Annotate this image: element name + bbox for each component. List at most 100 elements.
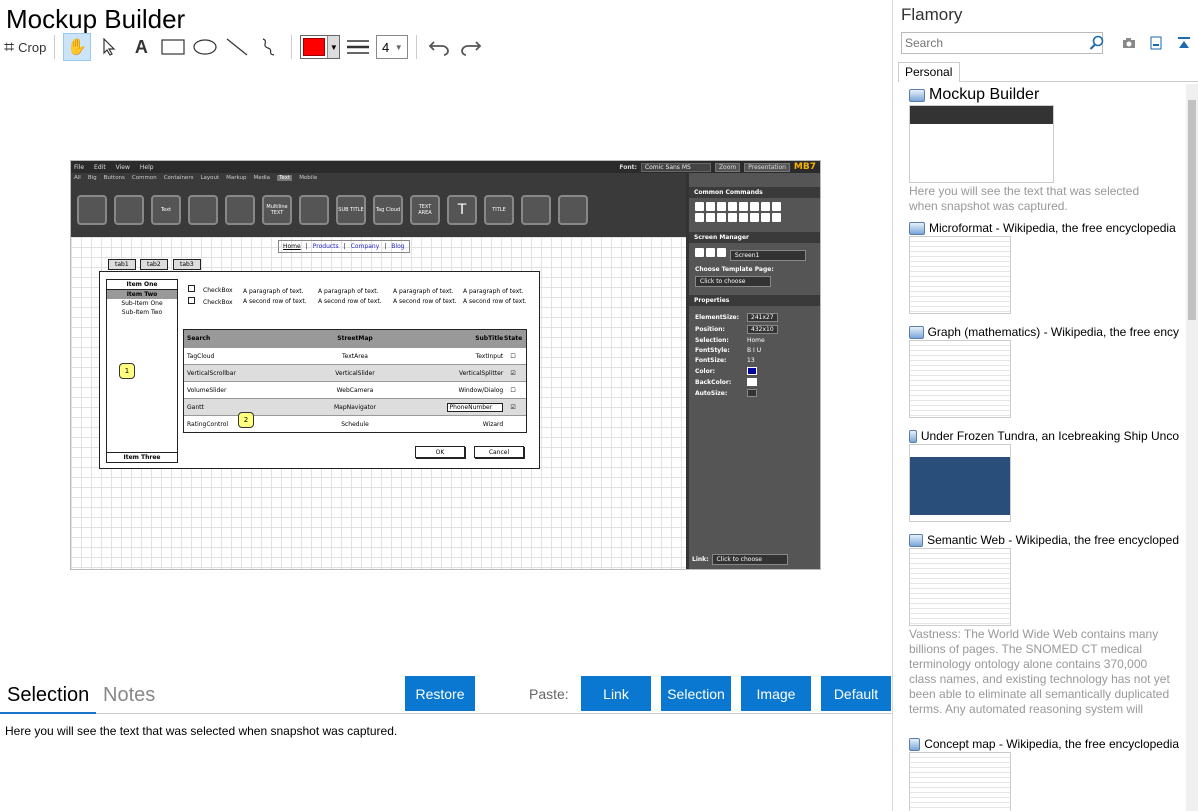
item-title-text: Concept map - Wikipedia, the free encycl… (924, 737, 1179, 751)
list-item: Item Three (107, 452, 177, 462)
palette-item: Tag Cloud (373, 195, 403, 225)
scrollbar[interactable] (1186, 84, 1198, 811)
list-item[interactable]: Microformat - Wikipedia, the free encycl… (909, 221, 1179, 314)
list-item[interactable]: Under Frozen Tundra, an Icebreaking Ship… (909, 429, 1179, 522)
scrollbar-thumb[interactable] (1188, 100, 1196, 320)
paste-selection-button[interactable]: Selection (661, 676, 731, 711)
selection-text[interactable]: Here you will see the text that was sele… (5, 724, 397, 738)
table-cell: VerticalScrollbar (187, 369, 236, 377)
command-icon (728, 202, 737, 211)
line-width-select[interactable]: 4 ▼ (376, 35, 409, 59)
palette-item: Multiline TEXT (262, 195, 292, 225)
table-cell: VerticalSlider (335, 369, 375, 377)
list-item: Item One (107, 280, 177, 290)
palette-item: SUB TITLE (336, 195, 366, 225)
category-bar: All Big Buttons Common Containers Layout… (71, 173, 686, 183)
category-item: Layout (200, 175, 220, 181)
command-icon (695, 213, 704, 222)
flamory-sidebar: Flamory Personal Mockup Builder Here you… (893, 0, 1198, 811)
link-label: Link: (692, 556, 709, 563)
paragraph-line: A second row of text. (318, 298, 382, 305)
list-item[interactable]: Concept map - Wikipedia, the free encycl… (909, 737, 1179, 811)
category-item: Mobile (299, 175, 318, 181)
list-item[interactable]: Mockup Builder Here you will see the tex… (909, 86, 1179, 214)
list-item-title: Concept map - Wikipedia, the free encycl… (909, 737, 1179, 751)
command-icon (717, 213, 726, 222)
paste-image-button[interactable]: Image (741, 676, 811, 711)
redo-button[interactable] (457, 33, 485, 61)
thumbnail (909, 444, 1011, 522)
search-icon[interactable] (1089, 35, 1105, 51)
checkbox-label: CheckBox (203, 299, 233, 306)
active-tab-indicator (0, 712, 96, 714)
list-item[interactable]: Graph (mathematics) - Wikipedia, the fre… (909, 325, 1179, 418)
chevron-down-icon: ▼ (394, 42, 403, 52)
command-icon (750, 202, 759, 211)
table-cell: TagCloud (187, 352, 215, 360)
tab-personal[interactable]: Personal (898, 62, 960, 82)
tab-selection[interactable]: Selection (7, 684, 89, 707)
table-row: VerticalScrollbar VerticalSlider Vertica… (184, 364, 526, 381)
pointer-tool-button[interactable] (95, 33, 123, 61)
item-title-text: Semantic Web - Wikipedia, the free encyc… (927, 533, 1179, 547)
presentation-button: Presentation (744, 162, 790, 172)
crop-button[interactable]: ⌗ Crop (4, 33, 46, 61)
paste-default-button[interactable]: Default (821, 676, 891, 711)
prop-value: B I U (747, 347, 762, 354)
prop-key: FontSize: (695, 357, 727, 364)
prop-row: Selection: Home (695, 337, 816, 344)
header-cell: StreetMap (337, 335, 373, 342)
collapse-icon[interactable] (1177, 36, 1191, 50)
menu-item: View (115, 163, 130, 171)
properties-header: Properties (689, 295, 820, 306)
search-input[interactable] (901, 32, 1103, 54)
prop-key: FontStyle: (695, 347, 730, 354)
font-label: Font: (619, 163, 637, 171)
toolbar-divider (54, 35, 56, 59)
pointer-icon (103, 38, 116, 56)
category-item: All (74, 175, 81, 181)
color-swatch (747, 378, 757, 386)
ellipse-tool-button[interactable] (191, 33, 219, 61)
mock-list: Item One Item Two Sub-Item One Sub-Item … (106, 279, 178, 463)
ellipse-icon (193, 39, 217, 55)
checkbox-icon: ☐ (510, 352, 516, 360)
tab-notes[interactable]: Notes (103, 684, 155, 707)
redo-icon (461, 41, 482, 56)
hand-tool-button[interactable]: ✋ (63, 33, 92, 61)
table-cell: Window/Dialog (458, 386, 504, 394)
palette-item: T (447, 195, 477, 225)
restore-button[interactable]: Restore (405, 676, 475, 711)
rectangle-icon (161, 39, 185, 55)
toolbar: ⌗ Crop ✋ A ▼ 4 ▼ (4, 32, 485, 62)
text-tool-button[interactable]: A (127, 33, 155, 61)
tab-divider (960, 81, 1198, 82)
table-cell: TextInput (475, 352, 504, 360)
camera-icon[interactable] (1122, 36, 1136, 50)
palette-item (77, 195, 107, 225)
mock-cancel-button: Cancel (474, 446, 524, 458)
command-icon (772, 213, 781, 222)
window-icon (909, 737, 921, 751)
undo-button[interactable] (425, 33, 453, 61)
line-style-button[interactable] (344, 33, 372, 61)
table-header: Search StreetMap SubTitle State (184, 330, 526, 347)
list-item-title: Graph (mathematics) - Wikipedia, the fre… (909, 325, 1179, 339)
prop-row: ElementSize: 241x27 (695, 313, 816, 322)
freehand-tool-button[interactable] (255, 33, 283, 61)
line-style-icon (347, 40, 370, 54)
command-icon (695, 202, 704, 211)
screen-manager-header: Screen Manager (689, 232, 820, 243)
palette-item (558, 195, 588, 225)
color-picker[interactable]: ▼ (300, 35, 341, 59)
rectangle-tool-button[interactable] (159, 33, 187, 61)
list-item[interactable]: Semantic Web - Wikipedia, the free encyc… (909, 533, 1179, 717)
command-icon (739, 202, 748, 211)
palette-item (114, 195, 144, 225)
palette-item (521, 195, 551, 225)
paragraph-line: A paragraph of text. (463, 288, 524, 295)
line-tool-button[interactable] (223, 33, 251, 61)
copy-icon (706, 248, 715, 257)
paste-link-button[interactable]: Link (581, 676, 651, 711)
document-icon[interactable] (1149, 36, 1163, 50)
